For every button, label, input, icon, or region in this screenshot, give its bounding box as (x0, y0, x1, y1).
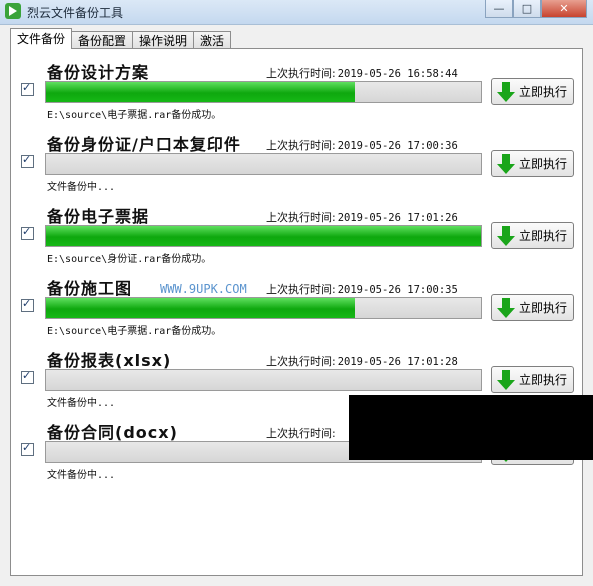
tab-bar: 文件备份 备份配置 操作说明 激活 (10, 28, 232, 49)
last-run-value: 2019-05-26 17:00:35 (337, 284, 458, 296)
last-run-value: 2019-05-26 17:00:36 (337, 140, 458, 152)
task-name: 备份电子票据 (47, 207, 150, 226)
down-arrow-icon (497, 369, 515, 390)
run-now-label: 立即执行 (519, 85, 568, 99)
last-run-label: 上次执行时间: (266, 67, 336, 80)
run-now-label: 立即执行 (519, 229, 568, 243)
run-now-button[interactable]: 立即执行 (491, 366, 574, 393)
tab-file-backup[interactable]: 文件备份 (10, 28, 73, 49)
task-checkbox[interactable] (21, 225, 34, 240)
last-run: 上次执行时间: 2019-05-26 17:00:36 (266, 137, 458, 153)
task-checkbox[interactable] (21, 153, 34, 168)
run-now-button[interactable]: 立即执行 (491, 150, 574, 177)
last-run-label: 上次执行时间: (266, 211, 336, 224)
tab-activate[interactable]: 激活 (193, 31, 232, 49)
task-row: 备份设计方案 上次执行时间:2019-05-26 16:58:44 E:\sou… (11, 49, 582, 121)
task-name: 备份合同(docx) (47, 423, 178, 442)
task-name: 备份设计方案 (47, 63, 150, 82)
redaction-block (349, 395, 593, 460)
last-run: 上次执行时间: 2019-05-26 17:00:35 (266, 281, 458, 297)
progress-fill (46, 226, 481, 246)
task-progress-bar (45, 153, 482, 175)
task-checkbox[interactable] (21, 441, 34, 456)
task-checkbox[interactable] (21, 369, 34, 384)
last-run-label: 上次执行时间: (266, 427, 336, 440)
down-arrow-icon (497, 153, 515, 174)
run-now-button[interactable]: 立即执行 (491, 222, 574, 249)
task-status: 文件备份中... (47, 182, 116, 193)
task-checkbox[interactable] (21, 297, 34, 312)
last-run-value: 2019-05-26 17:01:28 (337, 356, 458, 368)
run-now-label: 立即执行 (519, 301, 568, 315)
task-name: 备份身份证/户口本复印件 (47, 135, 241, 154)
maximize-icon[interactable]: □ (513, 0, 541, 18)
task-row: 备份施工图 上次执行时间:2019-05-26 17:00:35 E:\sour… (11, 265, 582, 337)
last-run: 上次执行时间: 2019-05-26 17:01:26 (266, 209, 458, 225)
task-status: 文件备份中... (47, 470, 116, 481)
last-run: 上次执行时间: 2019-05-26 16:58:44 (266, 65, 458, 81)
task-checkbox[interactable] (21, 81, 34, 96)
last-run: 上次执行时间: (266, 425, 338, 441)
window-controls: — □ ✕ (485, 0, 587, 18)
task-status: E:\source\电子票据.rar备份成功。 (47, 326, 222, 337)
task-progress-bar (45, 225, 482, 247)
task-name: 备份施工图 (47, 279, 133, 298)
progress-fill (46, 298, 355, 318)
task-status: 文件备份中... (47, 398, 116, 409)
last-run: 上次执行时间: 2019-05-26 17:01:28 (266, 353, 458, 369)
task-progress-bar (45, 81, 482, 103)
last-run-label: 上次执行时间: (266, 139, 336, 152)
progress-fill (46, 82, 355, 102)
minimize-icon[interactable]: — (485, 0, 513, 18)
title-bar: 烈云文件备份工具 — □ ✕ (0, 0, 593, 25)
tab-instructions[interactable]: 操作说明 (132, 31, 195, 49)
window-title: 烈云文件备份工具 (27, 6, 124, 20)
task-row: 备份电子票据 上次执行时间:2019-05-26 17:01:26 E:\sou… (11, 193, 582, 265)
backup-panel: 备份设计方案 上次执行时间:2019-05-26 16:58:44 E:\sou… (10, 48, 583, 576)
task-name: 备份报表(xlsx) (47, 351, 172, 370)
tab-backup-config[interactable]: 备份配置 (71, 31, 134, 49)
run-now-label: 立即执行 (519, 373, 568, 387)
last-run-value: 2019-05-26 16:58:44 (337, 68, 458, 80)
last-run-value: 2019-05-26 17:01:26 (337, 212, 458, 224)
run-now-button[interactable]: 立即执行 (491, 78, 574, 105)
task-progress-bar (45, 297, 482, 319)
task-progress-bar (45, 369, 482, 391)
close-icon[interactable]: ✕ (541, 0, 587, 18)
app-icon (5, 3, 21, 19)
run-now-button[interactable]: 立即执行 (491, 294, 574, 321)
down-arrow-icon (497, 297, 515, 318)
down-arrow-icon (497, 81, 515, 102)
task-row: 备份身份证/户口本复印件 上次执行时间:2019-05-26 17:00:36 … (11, 121, 582, 193)
last-run-label: 上次执行时间: (266, 355, 336, 368)
run-now-label: 立即执行 (519, 157, 568, 171)
task-status: E:\source\电子票据.rar备份成功。 (47, 110, 222, 121)
last-run-label: 上次执行时间: (266, 283, 336, 296)
task-status: E:\source\身份证.rar备份成功。 (47, 254, 212, 265)
watermark: WWW.9UPK.COM (160, 282, 247, 296)
down-arrow-icon (497, 225, 515, 246)
